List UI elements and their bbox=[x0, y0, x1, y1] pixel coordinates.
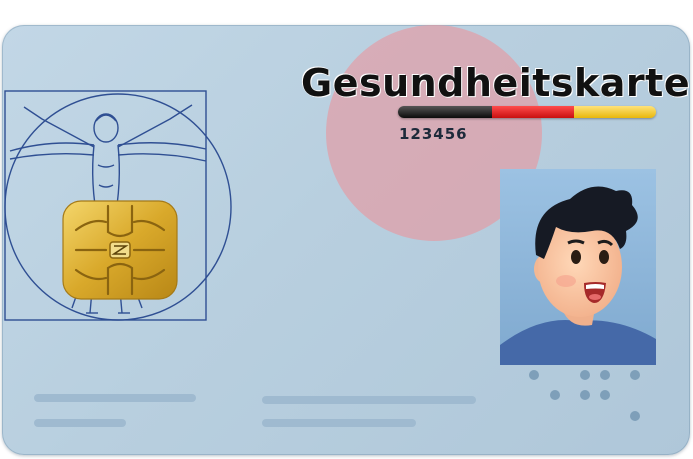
dot bbox=[529, 370, 539, 380]
smart-card-chip-icon bbox=[62, 200, 178, 300]
dot bbox=[550, 390, 560, 400]
dot bbox=[600, 390, 610, 400]
dot bbox=[600, 370, 610, 380]
user-avatar-icon bbox=[500, 169, 656, 365]
canvas: Gesundheitskarte 123456 bbox=[0, 0, 693, 459]
card-number: 123456 bbox=[399, 125, 468, 143]
flag-black-segment bbox=[398, 106, 493, 118]
health-insurance-card: Gesundheitskarte 123456 bbox=[2, 25, 690, 455]
cardholder-photo bbox=[500, 169, 656, 365]
german-flag-stripe bbox=[398, 106, 656, 118]
flag-gold-segment bbox=[574, 106, 656, 118]
dot bbox=[580, 370, 590, 380]
placeholder-line-2 bbox=[34, 419, 126, 427]
placeholder-line-4 bbox=[262, 419, 416, 427]
flag-red-segment bbox=[492, 106, 575, 118]
card-title: Gesundheitskarte bbox=[301, 61, 690, 105]
placeholder-line-1 bbox=[34, 394, 196, 402]
dot bbox=[630, 370, 640, 380]
dot bbox=[630, 411, 640, 421]
dot bbox=[580, 390, 590, 400]
placeholder-line-3 bbox=[262, 396, 476, 404]
